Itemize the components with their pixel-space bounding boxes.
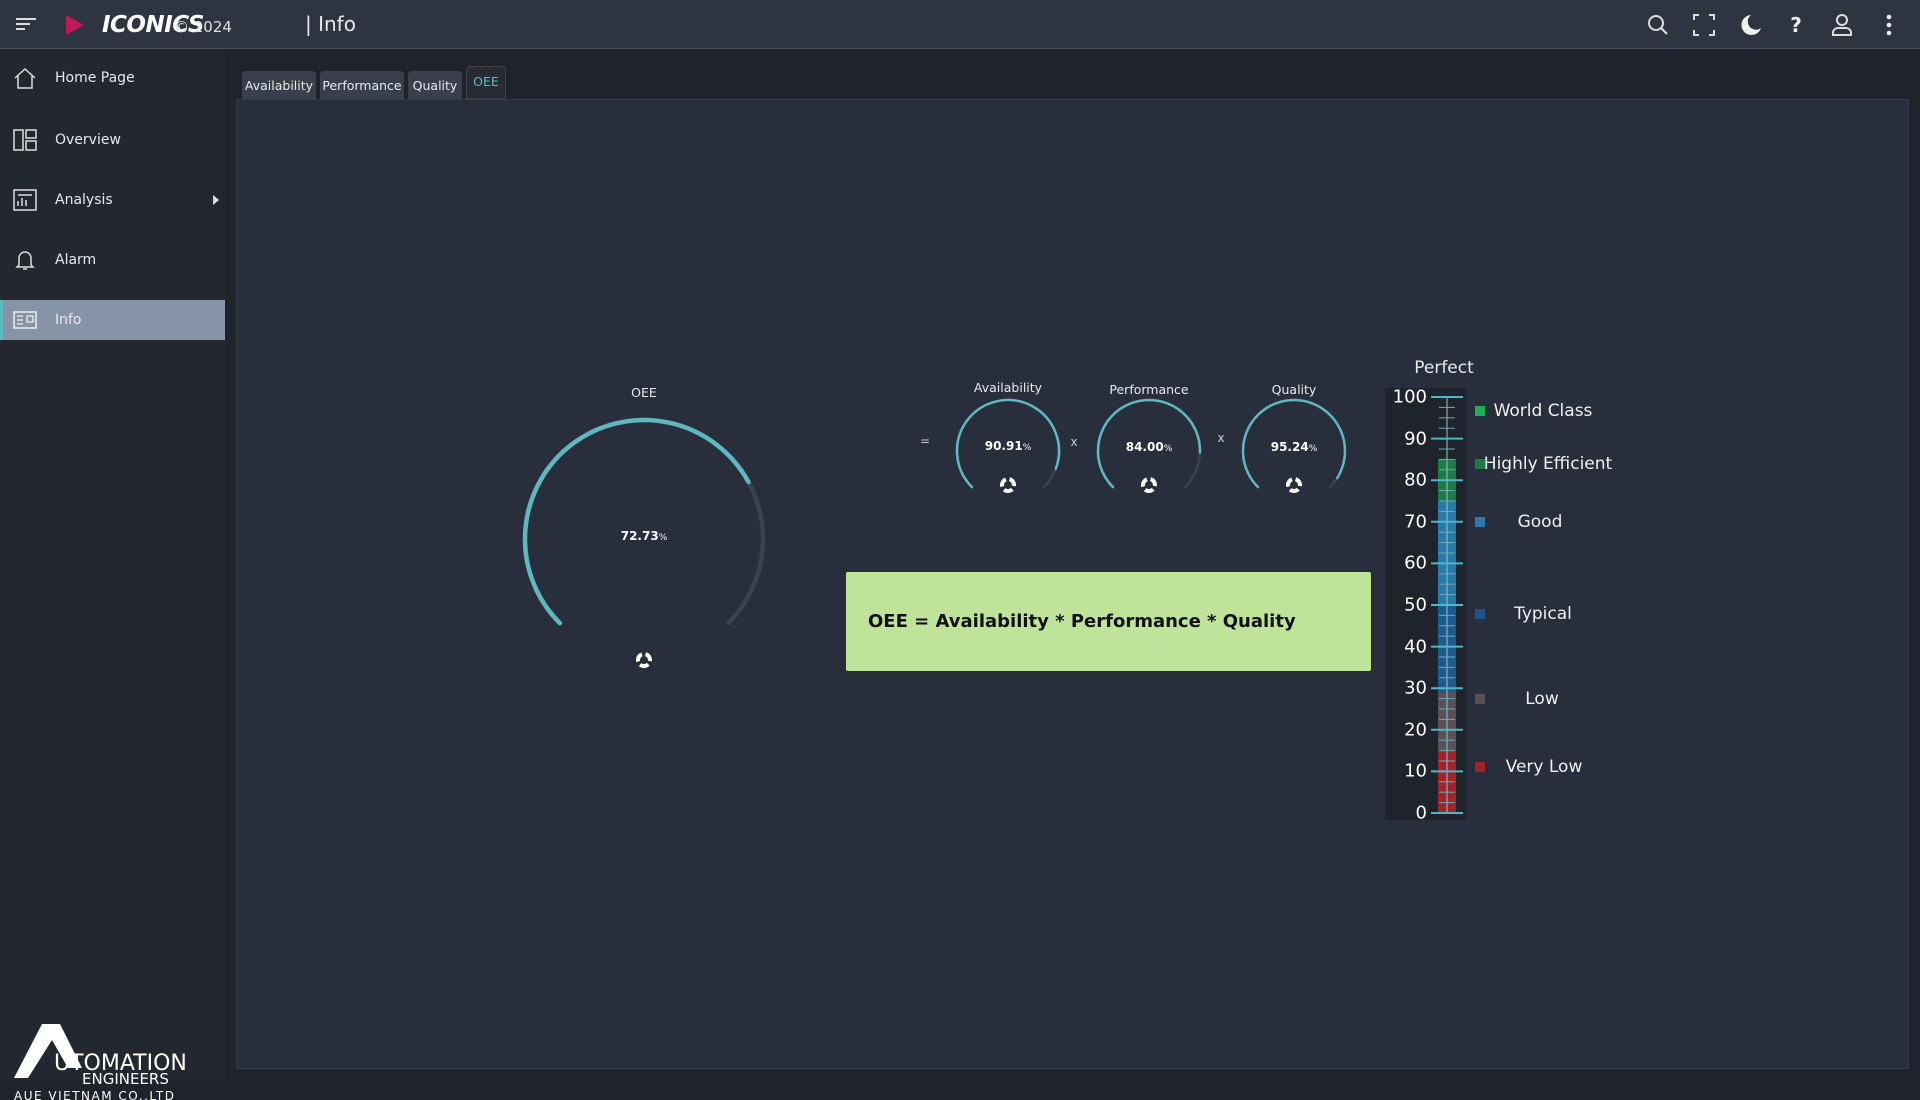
legend-label: Highly Efficient [1483,454,1613,474]
legend-label: World Class [1493,401,1593,421]
scale-tick-label: 0 [1415,802,1427,824]
legend-swatch [1475,694,1485,704]
legend-label: Good [1517,512,1563,532]
scale-tick-label: 40 [1404,636,1427,658]
scale-tick-label: 100 [1392,386,1427,408]
scale-tick-label: 60 [1404,552,1427,574]
scale-tick-label: 30 [1404,677,1427,699]
scale-layer [1431,396,1463,814]
legend-label: Very Low [1505,757,1583,777]
scale-tick-label: 20 [1404,719,1427,741]
svg-text:AUE VIETNAM CO.,LTD: AUE VIETNAM CO.,LTD [14,1089,175,1100]
scale-tick-label: 80 [1404,469,1427,491]
scale-tick-label: 50 [1404,594,1427,616]
legend-swatch [1475,517,1485,527]
legend-swatch [1475,406,1485,416]
legend-label: Typical [1514,604,1572,624]
legend-swatch [1475,762,1485,772]
legend-swatch [1475,609,1485,619]
legend-label: Low [1525,689,1559,709]
scale-tick-label: 90 [1404,428,1427,450]
scale-tick-label: 70 [1404,511,1427,533]
scale-tick-label: 10 [1404,760,1427,782]
